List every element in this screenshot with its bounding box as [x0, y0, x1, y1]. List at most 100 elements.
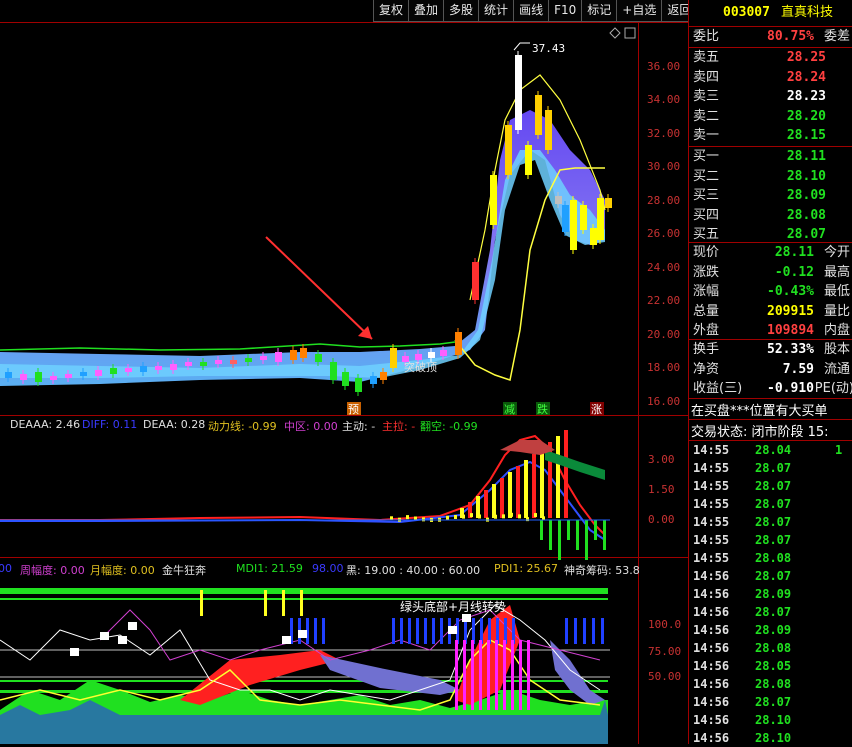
- price-axis-label: 20.00: [647, 328, 680, 341]
- row-value: 28.11: [787, 147, 826, 167]
- stats2-row: 收益(三) -0.910 PE(动): [689, 379, 852, 399]
- ind1-axis-label: 3.00: [648, 453, 675, 466]
- ind2-yellow-bar: [282, 590, 285, 616]
- tick-time: 14:56: [693, 621, 729, 639]
- price-axis-label: 16.00: [647, 395, 680, 408]
- ind1-dot: [422, 517, 425, 521]
- stats1-row: 外盘 109894 内盘: [689, 321, 852, 341]
- stock-title[interactable]: 003007 直真科技: [689, 0, 852, 26]
- candle-body: [455, 332, 462, 355]
- tick-price: 28.07: [755, 567, 791, 585]
- row-label: 买四: [693, 206, 719, 226]
- candle-body: [65, 374, 72, 378]
- ind1-bar: [540, 448, 544, 518]
- ind2-magenta-bar: [503, 640, 506, 710]
- ind2-magenta-bar: [455, 640, 458, 710]
- ind2-white-block: [298, 630, 307, 638]
- candle-body: [390, 348, 397, 368]
- ind2-axis-label: 100.0: [648, 618, 681, 631]
- toolbar-button-add-watch[interactable]: +自选: [616, 0, 661, 22]
- tick-time: 14:55: [693, 477, 729, 495]
- toolbar-button-draw[interactable]: 画线: [513, 0, 548, 22]
- indicator2-annotation: 绿头底部+月线转势: [400, 598, 506, 615]
- asks-row: 卖二 28.20: [689, 107, 852, 127]
- ind1-neg-bar: [594, 520, 597, 540]
- toolbar-button-fuquan[interactable]: 复权: [373, 0, 408, 22]
- tick-time: 14:56: [693, 567, 729, 585]
- tick-price: 28.05: [755, 657, 791, 675]
- stats2-row: 换手 52.33% 股本: [689, 340, 852, 360]
- tick-price: 28.07: [755, 531, 791, 549]
- tick-time: 14:55: [693, 531, 729, 549]
- indicator1-legend-item: 翻空: -0.99: [420, 418, 478, 434]
- ind2-magenta-bar: [495, 640, 498, 710]
- ind2-blue-bar: [408, 618, 411, 644]
- ind1-bar: [484, 490, 488, 518]
- ind2-magenta-bar: [463, 640, 466, 710]
- ind1-axis-label: 1.50: [648, 483, 675, 496]
- tick-row: 14:55 28.07: [689, 459, 852, 477]
- indicator2-legend-item: 98.00: [312, 562, 344, 575]
- tick-row: 14:56 28.08: [689, 675, 852, 693]
- asks-row: 卖三 28.23: [689, 87, 852, 107]
- toolbar-button-mark[interactable]: 标记: [581, 0, 616, 22]
- ind1-neg-bar: [567, 520, 570, 540]
- ind2-magenta-bar: [487, 640, 490, 710]
- ind2-yellow-bar: [300, 590, 303, 616]
- kline-chart[interactable]: 37.43 突破顶 预 减 跌 涨: [0, 0, 688, 744]
- candle-body: [300, 348, 307, 358]
- toolbar-button-multi[interactable]: 多股: [443, 0, 478, 22]
- ind1-neg-bar: [585, 520, 588, 560]
- price-axis-label: 26.00: [647, 227, 680, 240]
- ind2-magenta-bar: [471, 640, 474, 710]
- toolbar-button-f10[interactable]: F10: [548, 0, 581, 22]
- ind2-axis-label: 50.00: [648, 670, 681, 683]
- row-label: 卖四: [693, 68, 719, 88]
- ind2-blue-bar: [400, 618, 403, 644]
- row-label: 卖五: [693, 48, 719, 68]
- row-label: 买二: [693, 167, 719, 187]
- row-value: -0.910: [767, 379, 814, 399]
- candle-body: [355, 378, 362, 392]
- price-axis-label: 18.00: [647, 361, 680, 374]
- row-value: 28.25: [787, 48, 826, 68]
- tick-time: 14:56: [693, 675, 729, 693]
- row-label: 净资: [693, 360, 719, 380]
- ind1-bar: [524, 460, 528, 518]
- row-label-secondary: 内盘: [824, 321, 850, 341]
- row-value: 28.11: [775, 243, 814, 263]
- candle-body: [260, 356, 267, 360]
- ind2-magenta-line: [100, 610, 600, 660]
- ind1-neg-bar: [558, 520, 561, 560]
- indicator2-legend-item: 神奇筹码: 53.8: [564, 562, 640, 578]
- tick-price: 28.09: [755, 621, 791, 639]
- ind2-blue-bar: [565, 618, 568, 644]
- tick-row: 14:55 28.07: [689, 531, 852, 549]
- tick-volume: 1: [835, 441, 842, 459]
- candle-body: [125, 368, 132, 372]
- candle-body: [440, 350, 447, 356]
- chart-area[interactable]: 37.43 突破顶 预 减 跌 涨 复权 叠加 多股 统计 画线 F10 标记 …: [0, 0, 688, 744]
- dmi-indicator: [0, 588, 610, 744]
- tick-time: 14:56: [693, 711, 729, 729]
- indicator1-legend-item: 主动: -: [342, 418, 375, 434]
- indicator1-legend-item: 中区: 0.00: [284, 418, 338, 434]
- ind2-blue-bar: [432, 618, 435, 644]
- indicator2-legend-item: PDI1: 25.67: [494, 562, 558, 575]
- row-label: 外盘: [693, 321, 719, 341]
- toolbar-button-overlay[interactable]: 叠加: [408, 0, 443, 22]
- candle-body: [545, 110, 552, 150]
- tick-row: 14:56 28.08: [689, 639, 852, 657]
- ind1-bar: [500, 478, 504, 518]
- row-label: 卖一: [693, 126, 719, 146]
- asks-row: 卖五 28.25: [689, 48, 852, 68]
- row-value: 209915: [767, 302, 814, 322]
- tick-time: 14:55: [693, 441, 729, 459]
- stats2-row: 净资 7.59 流通: [689, 360, 852, 380]
- tick-row: 14:56 28.09: [689, 585, 852, 603]
- toolbar-button-stats[interactable]: 统计: [478, 0, 513, 22]
- ind2-yellow-bar: [264, 590, 267, 616]
- ind2-blue-bar: [583, 618, 586, 644]
- tick-row: 14:55 28.04 1: [689, 441, 852, 459]
- ind2-blue-bar: [424, 618, 427, 644]
